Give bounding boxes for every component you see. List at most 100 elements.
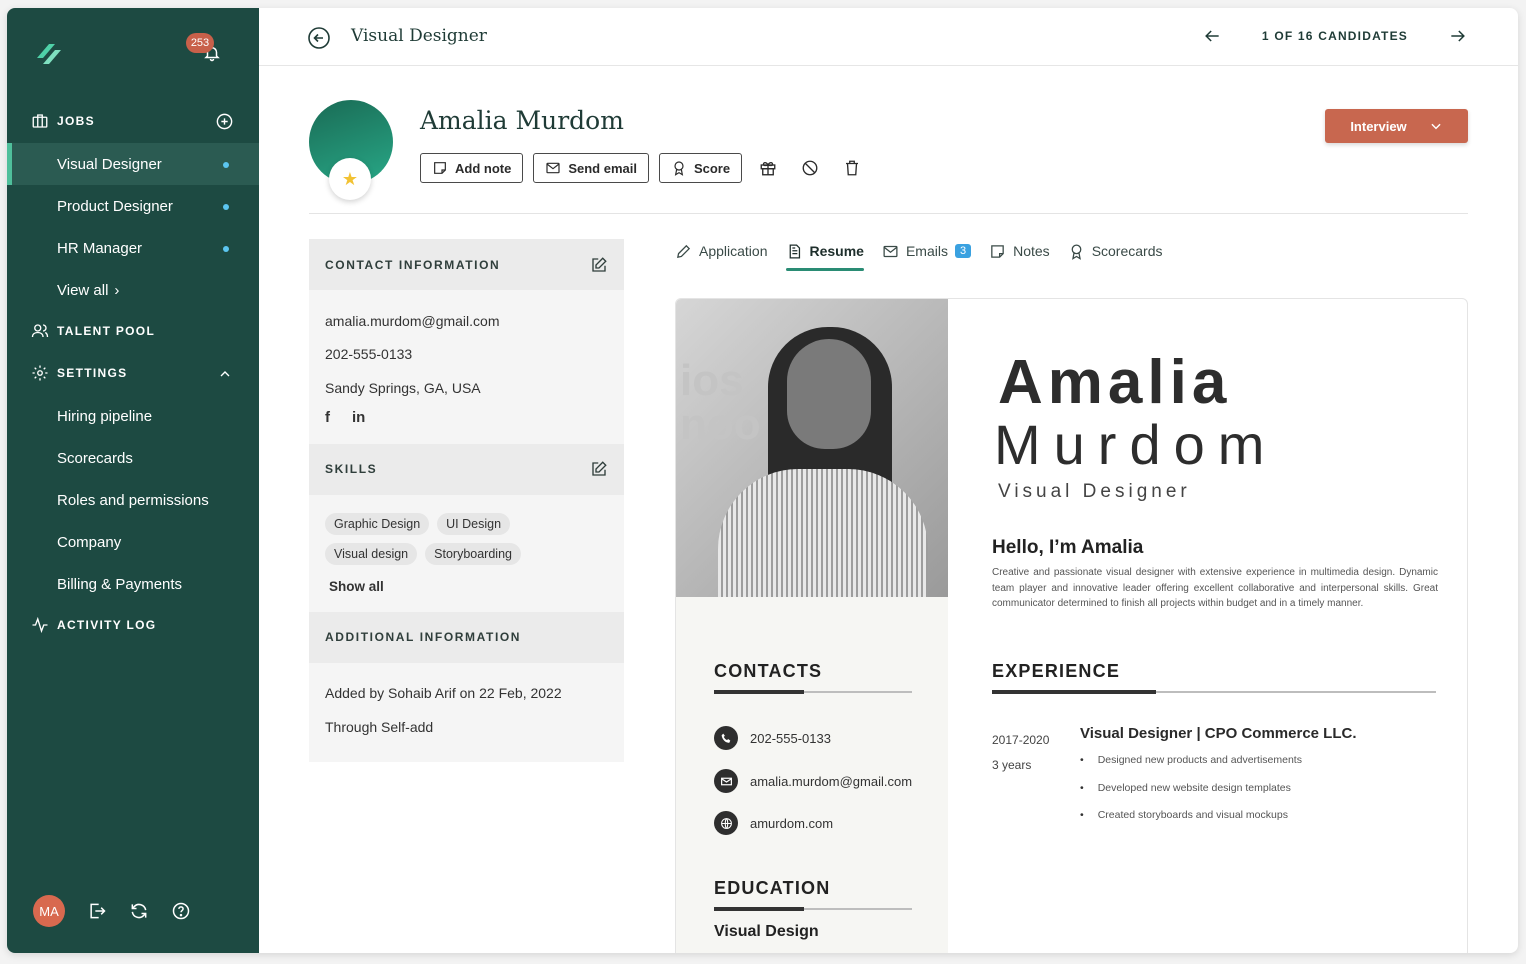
- resume-contact-phone: 202-555-0133: [714, 726, 831, 750]
- sidebar-footer: MA: [33, 895, 191, 927]
- activity-log-section-header[interactable]: ACTIVITY LOG: [31, 616, 156, 634]
- settings-section-header[interactable]: SETTINGS: [31, 364, 127, 382]
- sidebar-item-billing[interactable]: Billing & Payments: [7, 563, 259, 605]
- trash-icon: [846, 160, 859, 176]
- tab-notes[interactable]: Notes: [989, 237, 1050, 265]
- tab-label: Emails: [905, 243, 948, 259]
- skill-chip: Storyboarding: [425, 542, 521, 565]
- resume-contact-label: amalia.murdom@gmail.com: [750, 773, 913, 789]
- plus-circle-icon[interactable]: [215, 112, 234, 131]
- list-item: Designed new products and advertisements: [1080, 754, 1302, 782]
- education-title: Visual Design: [714, 923, 819, 940]
- star-icon[interactable]: ★: [329, 158, 371, 200]
- arrow-right-icon[interactable]: [1448, 26, 1468, 46]
- block-icon: [802, 160, 818, 176]
- mail-icon: [546, 162, 560, 174]
- tab-label: Notes: [1013, 243, 1050, 259]
- stage-dropdown[interactable]: Interview: [1325, 109, 1468, 143]
- education-underline: [714, 907, 912, 911]
- candidate-photo: ios noo: [676, 299, 948, 597]
- note-icon: [434, 162, 446, 174]
- contact-info-heading: CONTACT INFORMATION: [325, 257, 501, 272]
- users-icon: [31, 324, 49, 338]
- score-button[interactable]: Score: [658, 153, 743, 183]
- logout-icon[interactable]: [87, 901, 107, 921]
- additional-info-body: Added by Sohaib Arif on 22 Feb, 2022 Thr…: [309, 663, 624, 762]
- globe-icon: [714, 811, 738, 835]
- gear-icon: [32, 365, 48, 381]
- contacts-underline: [714, 690, 912, 694]
- tab-label: Application: [699, 243, 768, 259]
- sidebar-item-label: Roles and permissions: [57, 491, 209, 509]
- skills-body: Graphic Design UI Design Visual design S…: [309, 495, 624, 612]
- sidebar-item-visual-designer[interactable]: Visual Designer: [7, 143, 259, 185]
- tab-scorecards[interactable]: Scorecards: [1068, 237, 1163, 265]
- help-icon[interactable]: [171, 901, 191, 921]
- resume-last-name: Murdom: [994, 413, 1278, 476]
- logo-icon[interactable]: [31, 36, 67, 72]
- refresh-icon[interactable]: [129, 901, 149, 921]
- jobs-section-header[interactable]: JOBS: [31, 112, 95, 130]
- tab-emails[interactable]: Emails 3: [882, 237, 972, 265]
- skill-chip: Graphic Design: [325, 512, 430, 535]
- delete-button[interactable]: [836, 153, 868, 183]
- tab-resume[interactable]: Resume: [785, 237, 865, 271]
- phone-icon: [714, 726, 738, 750]
- chevron-up-icon[interactable]: [217, 366, 233, 382]
- avatar[interactable]: MA: [33, 895, 65, 927]
- sidebar-item-hr-manager[interactable]: HR Manager: [7, 227, 259, 269]
- additional-info-heading: ADDITIONAL INFORMATION: [325, 630, 522, 644]
- mail-icon: [714, 769, 738, 793]
- contact-email[interactable]: amalia.murdom@gmail.com: [325, 304, 608, 338]
- back-circle-icon[interactable]: [307, 26, 331, 50]
- candidate-tabs: Application Resume Emails 3 Notes Scorec…: [675, 237, 1163, 271]
- experience-title: Visual Designer | CPO Commerce LLC.: [1080, 725, 1357, 742]
- resume-contact-website: amurdom.com: [714, 811, 833, 835]
- sidebar-item-scorecards[interactable]: Scorecards: [7, 437, 259, 479]
- block-button[interactable]: [794, 153, 826, 183]
- send-email-button[interactable]: Send email: [533, 153, 649, 183]
- tab-application[interactable]: Application: [675, 237, 768, 265]
- sidebar-item-hiring-pipeline[interactable]: Hiring pipeline: [7, 395, 259, 437]
- facebook-icon[interactable]: f: [325, 409, 330, 426]
- resume-document: ios noo CONTACTS 202-555-0133 amalia.mur…: [675, 298, 1468, 953]
- resume-first-name: Amalia: [998, 348, 1232, 417]
- resume-contact-label: amurdom.com: [750, 815, 834, 831]
- view-all-jobs-link[interactable]: View all ›: [7, 269, 259, 311]
- sidebar-item-company[interactable]: Company: [7, 521, 259, 563]
- edit-icon[interactable]: [590, 256, 608, 274]
- resume-summary: Creative and passionate visual designer …: [992, 567, 1438, 609]
- sidebar-item-product-designer[interactable]: Product Designer: [7, 185, 259, 227]
- candidate-info-panel: CONTACT INFORMATION amalia.murdom@gmail.…: [309, 239, 624, 762]
- list-item: Developed new website design templates: [1080, 782, 1302, 810]
- contact-location: Sandy Springs, GA, USA: [325, 379, 481, 396]
- skills-header: SKILLS: [309, 443, 624, 495]
- app-window: 253 JOBS Visual Designer Product Designe…: [7, 8, 1518, 953]
- sidebar: 253 JOBS Visual Designer Product Designe…: [7, 8, 259, 953]
- show-all-skills-link[interactable]: Show all: [325, 579, 608, 594]
- linkedin-icon[interactable]: in: [352, 409, 365, 426]
- sidebar-item-label: HR Manager: [57, 239, 143, 257]
- source-text: Through Self-add: [325, 718, 434, 735]
- add-note-button[interactable]: Add note: [420, 153, 524, 183]
- resume-contact-label: 202-555-0133: [750, 730, 831, 746]
- contacts-heading: CONTACTS: [714, 661, 823, 681]
- social-links: f in: [325, 409, 608, 426]
- experience-duration: 3 years: [992, 758, 1032, 772]
- contact-phone[interactable]: 202-555-0133: [325, 338, 608, 372]
- gift-button[interactable]: [752, 153, 784, 183]
- sidebar-item-label: Company: [57, 533, 122, 551]
- resume-left-column: ios noo CONTACTS 202-555-0133 amalia.mur…: [676, 299, 948, 953]
- arrow-left-icon[interactable]: [1202, 26, 1222, 46]
- talent-pool-section-header[interactable]: TALENT POOL: [31, 322, 155, 340]
- experience-bullets: Designed new products and advertisements…: [1080, 754, 1302, 837]
- pencil-icon: [677, 244, 691, 258]
- view-all-label: View all: [57, 281, 109, 299]
- notification-badge: 253: [186, 33, 214, 53]
- award-icon: [1071, 243, 1082, 260]
- edit-icon[interactable]: [590, 460, 608, 478]
- resume-greeting: Hello, I’m Amalia: [992, 537, 1144, 558]
- gift-icon: [760, 161, 776, 176]
- tab-label: Scorecards: [1091, 243, 1163, 259]
- sidebar-item-roles-permissions[interactable]: Roles and permissions: [7, 479, 259, 521]
